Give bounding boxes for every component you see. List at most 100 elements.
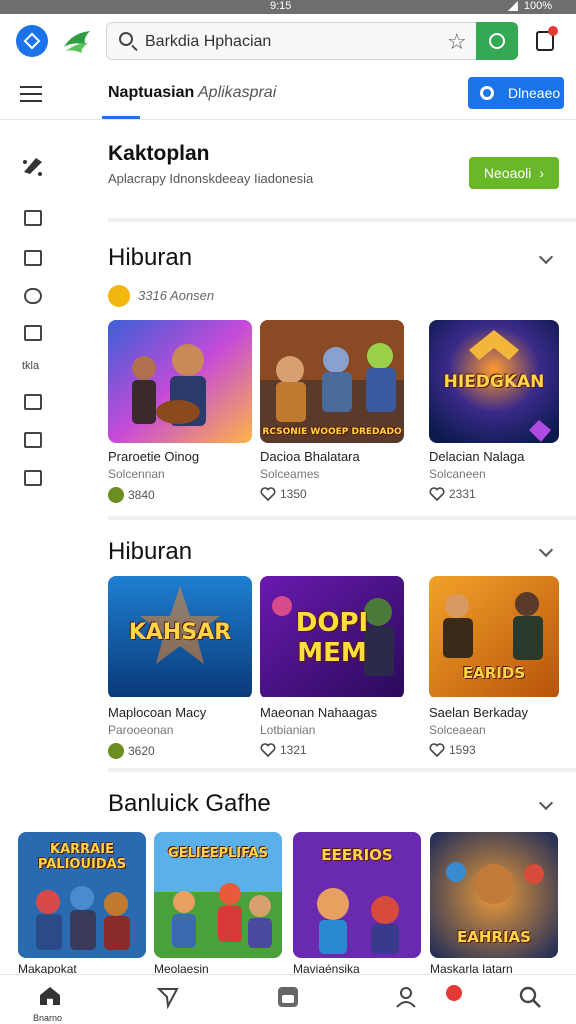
heart-icon[interactable] [429,487,445,501]
app-subtitle: Lotbianian [260,723,316,737]
settings-button-label: Dlneaeo [508,85,561,101]
nav-home-label: Bnarno [33,1013,63,1023]
chevron-down-icon[interactable] [538,249,554,265]
divider [108,218,576,222]
edit-icon[interactable] [24,432,42,448]
tab-active[interactable]: Naptuasian [108,84,194,102]
tab-inactive[interactable]: Aplikasprai [198,84,276,102]
link-icon[interactable] [24,288,42,304]
notification-badge [548,26,558,36]
promo-title: Kaktoplan [108,142,210,165]
app-count: 1321 [280,743,307,757]
app-count: 1350 [280,487,307,501]
chevron-down-icon[interactable] [538,542,554,558]
bottom-nav: Bnarno [0,974,576,1024]
app-meta: 1321 [260,743,404,757]
briefcase-icon[interactable] [24,210,42,226]
section-title: Hiburan [108,244,193,271]
game-thumbnail: EAHRIAS [430,832,558,958]
thumbnail-text: KAHSAR [128,620,232,645]
search-icon[interactable] [518,985,542,1009]
profile-icon[interactable] [394,985,418,1009]
send-icon[interactable] [156,985,180,1009]
game-card[interactable]: EAHRIAS Maskarla Iatarn [430,832,558,976]
home-icon[interactable] [38,985,62,1009]
app-card[interactable]: Praroetie Oinog Solcennan 3840 [108,320,252,503]
divider [108,768,576,772]
app-title: Saelan Berkaday [429,705,529,720]
app-subtitle: Solcennan [108,467,165,481]
thumbnail-text: RCSONIE WOOEP DREDADO [262,427,402,437]
avatar [108,743,124,759]
brush-icon[interactable] [20,152,46,178]
menu-icon[interactable] [20,86,42,102]
thumbnail-text: EAHRIAS [457,928,531,946]
app-card[interactable]: DOPI MEM Maeonan Nahaagas Lotbianian 132… [260,576,404,757]
app-meta: 3840 [108,487,252,503]
store-icon[interactable] [276,985,300,1009]
heart-icon[interactable] [260,487,276,501]
app-meta: 1350 [260,487,404,501]
thumbnail-text: EARIDS [462,664,526,682]
thumbnail-text: KARRAIE PALIOUIDAS [37,842,127,872]
notification-badge [446,985,462,1001]
promo-subtitle: Aplacrapy Idnonskdeeay Iiadonesia [108,171,314,186]
app-title: Maeonan Nahaagas [260,705,378,720]
app-thumbnail [108,320,252,443]
heart-icon[interactable] [429,743,445,757]
game-card[interactable]: GELIEEPLIFAS Meolaesin [154,832,282,976]
app-card[interactable]: RCSONIE WOOEP DREDADO Dacioa Bhalatara S… [260,320,404,501]
app-title: Dacioa Bhalatara [260,449,360,464]
section-title: Banluick Gafhe [108,790,271,817]
app-count: 2331 [449,487,476,501]
app-title: Delacian Nalaga [429,449,525,464]
search-icon [119,32,133,46]
app-thumbnail: RCSONIE WOOEP DREDADO [260,320,404,443]
app-title: Praroetie Oinog [108,449,200,464]
promo-button[interactable]: Neoaoli › [469,157,559,189]
chevron-down-icon[interactable] [538,795,554,811]
app-subtitle: Solceames [260,467,320,481]
thumbnail-text: GELIEEPLIFAS [168,846,268,861]
folder-icon[interactable] [24,250,42,266]
brand-logo-icon[interactable] [62,27,92,55]
app-icon[interactable] [16,25,48,57]
app-card[interactable]: EARIDS Saelan Berkaday Solceaean 1593 [429,576,573,757]
app-subtitle: Parooeonan [108,723,174,737]
app-card[interactable]: HIEDGKAN Delacian Nalaga Solcaneen 2331 [429,320,573,501]
app-subtitle: Solceaean [429,723,486,737]
app-thumbnail: EARIDS [429,576,559,699]
search-query: Barkdia Hphacian [145,33,272,50]
side-rail-label[interactable]: tkla [22,360,39,372]
gear-icon [480,86,494,100]
avatar [108,487,124,503]
app-card[interactable]: KAHSAR Maplocoan Macy Parooeonan 3620 [108,576,252,759]
chat-icon[interactable] [24,470,42,486]
app-thumbnail: DOPI MEM [260,576,404,699]
top-bar: Naptuasian Aplikasprai Dlneaeo [0,70,576,120]
app-title: Maplocoan Macy [108,705,207,720]
thumbnail-text: HIEDGKAN [443,372,545,392]
app-thumbnail: HIEDGKAN [429,320,559,443]
status-icons: 100% [507,0,552,12]
game-card[interactable]: EEERIOS Maviaénsika [293,832,421,976]
app-count: 1593 [449,743,476,757]
go-button[interactable] [476,22,518,60]
thumbnail-text: DOPI MEM [295,608,369,668]
status-bar: 9:15 100% [0,0,576,14]
signal-icon [507,1,518,11]
star-icon[interactable]: ☆ [447,29,467,55]
divider [108,516,576,520]
tab-indicator [102,116,140,119]
app-thumbnail: KAHSAR [108,576,252,699]
app-meta: 1593 [429,743,573,757]
status-time: 9:15 [270,0,292,12]
heart-icon[interactable] [260,743,276,757]
game-card[interactable]: KARRAIE PALIOUIDAS Makapokat [18,832,146,976]
app-count: 3620 [128,744,155,758]
image-icon[interactable] [24,394,42,410]
coin-text: 3316 Aonsen [138,288,215,303]
search-input[interactable]: Barkdia Hphacian ☆ [106,22,518,60]
settings-button[interactable]: Dlneaeo [468,77,564,109]
document-icon[interactable] [24,325,42,341]
